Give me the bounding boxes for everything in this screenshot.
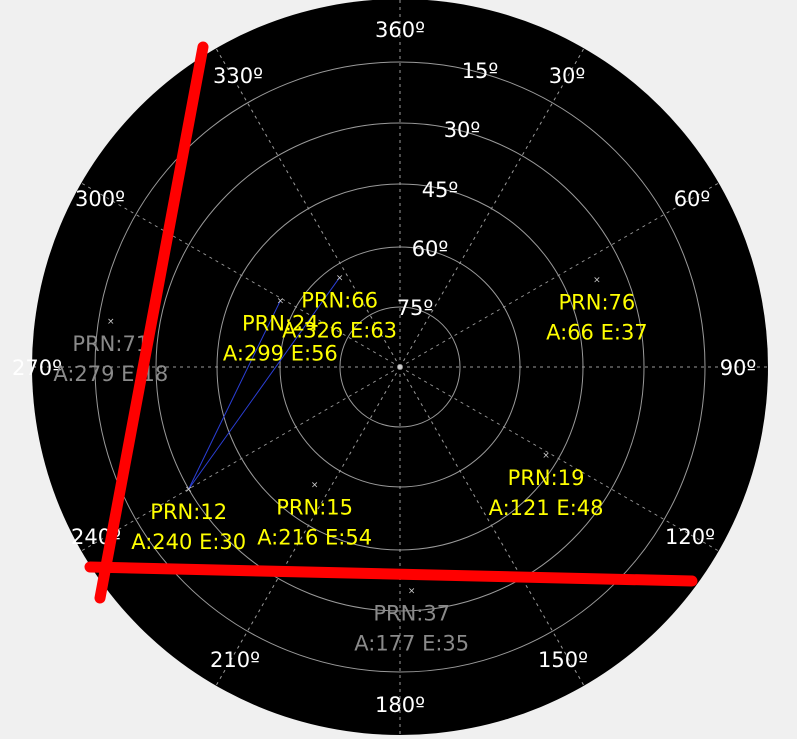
azimuth-label-330: 330º bbox=[213, 64, 263, 88]
satellite-prn-label: PRN:76 bbox=[559, 290, 636, 314]
azimuth-label-150: 150º bbox=[538, 648, 588, 672]
satellite-info-label: A:66 E:37 bbox=[546, 320, 648, 344]
satellite-info-label: A:177 E:35 bbox=[354, 631, 469, 655]
satellite-marker-icon: × bbox=[277, 297, 285, 307]
satellite-prn-label: PRN:12 bbox=[150, 500, 227, 524]
sky-plot: 360º 30º 60º 90º 120º 150º 180º 210º 240… bbox=[12, 0, 768, 735]
azimuth-label-30: 30º bbox=[549, 64, 586, 88]
satellite-info-label: A:121 E:48 bbox=[489, 496, 604, 520]
satellite-prn-label: PRN:71 bbox=[72, 332, 149, 356]
satellite-prn-label: PRN:66 bbox=[301, 288, 378, 312]
zenith-dot bbox=[397, 364, 403, 370]
satellite-info-label: A:299 E:56 bbox=[223, 342, 338, 366]
azimuth-label-60: 60º bbox=[674, 187, 711, 211]
azimuth-label-210: 210º bbox=[210, 648, 260, 672]
azimuth-label-180: 180º bbox=[375, 693, 425, 717]
elevation-label-75: 75º bbox=[397, 296, 434, 320]
satellite-marker-icon: × bbox=[408, 586, 416, 596]
satellite-info-label: A:240 E:30 bbox=[131, 530, 246, 554]
elevation-label-15: 15º bbox=[462, 59, 499, 83]
satellite-marker-icon: × bbox=[185, 485, 193, 495]
satellite-prn-label: PRN:24 bbox=[242, 312, 319, 336]
satellite-info-label: A:279 E:18 bbox=[53, 362, 168, 386]
azimuth-label-0: 360º bbox=[375, 18, 425, 42]
elevation-label-45: 45º bbox=[422, 178, 459, 202]
satellite-marker-icon: × bbox=[107, 317, 115, 327]
azimuth-label-300: 300º bbox=[75, 187, 125, 211]
elevation-label-60: 60º bbox=[412, 237, 449, 261]
azimuth-label-90: 90º bbox=[720, 356, 757, 380]
satellite-marker-icon: × bbox=[593, 275, 601, 285]
satellite-marker-icon: × bbox=[311, 480, 319, 490]
satellite-prn-label: PRN:15 bbox=[276, 495, 353, 519]
satellite-prn-label: PRN:37 bbox=[373, 601, 450, 625]
satellite-info-label: A:216 E:54 bbox=[257, 525, 372, 549]
satellite-marker-icon: × bbox=[542, 451, 550, 461]
azimuth-label-120: 120º bbox=[665, 525, 715, 549]
satellite-prn-label: PRN:19 bbox=[508, 466, 585, 490]
elevation-label-30: 30º bbox=[444, 118, 481, 142]
satellite-marker-icon: × bbox=[336, 273, 344, 283]
